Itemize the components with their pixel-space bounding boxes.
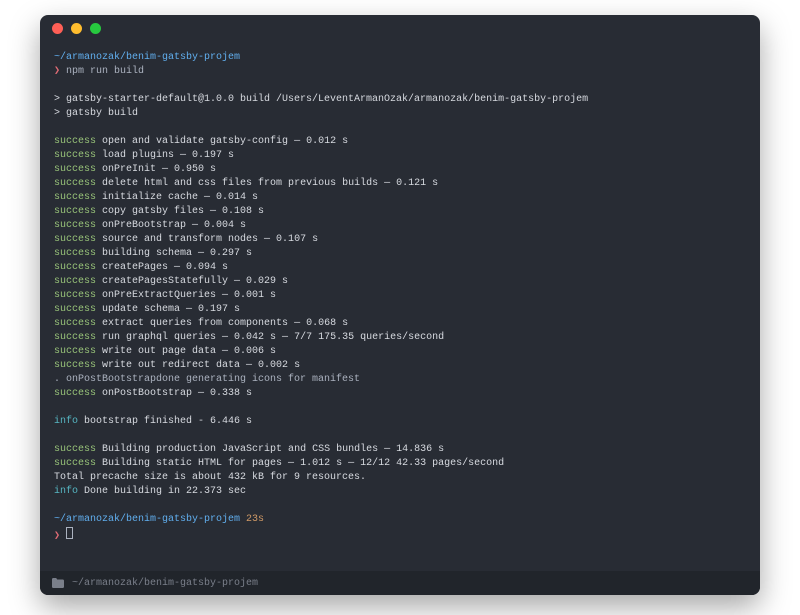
banner-line: > gatsby build: [54, 108, 138, 119]
success-label: success: [54, 458, 96, 469]
success-label: success: [54, 220, 96, 231]
success-label: success: [54, 444, 96, 455]
prompt-char: ❯: [54, 66, 60, 77]
success-label: success: [54, 248, 96, 259]
success-label: success: [54, 150, 96, 161]
success-label: success: [54, 290, 96, 301]
success-label: success: [54, 234, 96, 245]
prompt-char: ❯: [54, 531, 60, 542]
close-icon[interactable]: [52, 23, 63, 34]
success-label: success: [54, 262, 96, 273]
step-text: run graphql queries — 0.042 s — 7/7 175.…: [102, 332, 444, 343]
terminal-window: ~/armanozak/benim-gatsby-projem ❯ npm ru…: [40, 15, 760, 595]
info-label: info: [54, 416, 78, 427]
terminal-output[interactable]: ~/armanozak/benim-gatsby-projem ❯ npm ru…: [40, 41, 760, 571]
step-text: initialize cache — 0.014 s: [102, 192, 258, 203]
statusbar-path: ~/armanozak/benim-gatsby-projem: [72, 578, 258, 589]
cursor-icon: [66, 527, 73, 539]
success-label: success: [54, 136, 96, 147]
info-label: info: [54, 486, 78, 497]
step-text: onPreInit — 0.950 s: [102, 164, 216, 175]
folder-icon: [52, 578, 64, 588]
elapsed-text: 23s: [246, 514, 264, 525]
step-text: createPagesStatefully — 0.029 s: [102, 276, 288, 287]
maximize-icon[interactable]: [90, 23, 101, 34]
step-text: onPostBootstrap — 0.338 s: [102, 388, 252, 399]
banner-line: > gatsby-starter-default@1.0.0 build /Us…: [54, 94, 588, 105]
titlebar[interactable]: [40, 15, 760, 41]
dot-line: . onPostBootstrapdone generating icons f…: [54, 374, 360, 385]
success-label: success: [54, 192, 96, 203]
step-text: write out page data — 0.006 s: [102, 346, 276, 357]
step-text: open and validate gatsby-config — 0.012 …: [102, 136, 348, 147]
statusbar: ~/armanozak/benim-gatsby-projem: [40, 571, 760, 595]
step-text: onPreBootstrap — 0.004 s: [102, 220, 246, 231]
step-text: Building static HTML for pages — 1.012 s…: [102, 458, 504, 469]
success-label: success: [54, 206, 96, 217]
info-text: Done building in 22.373 sec: [84, 486, 246, 497]
success-label: success: [54, 164, 96, 175]
step-text: extract queries from components — 0.068 …: [102, 318, 348, 329]
cwd-path: ~/armanozak/benim-gatsby-projem: [54, 52, 240, 63]
step-text: onPreExtractQueries — 0.001 s: [102, 290, 276, 301]
minimize-icon[interactable]: [71, 23, 82, 34]
info-text: bootstrap finished - 6.446 s: [84, 416, 252, 427]
success-label: success: [54, 346, 96, 357]
cwd-path: ~/armanozak/benim-gatsby-projem: [54, 514, 240, 525]
success-label: success: [54, 178, 96, 189]
step-text: update schema — 0.197 s: [102, 304, 240, 315]
precache-text: Total precache size is about 432 kB for …: [54, 472, 366, 483]
success-label: success: [54, 360, 96, 371]
command-text: npm run build: [66, 66, 144, 77]
success-label: success: [54, 332, 96, 343]
step-text: write out redirect data — 0.002 s: [102, 360, 300, 371]
success-label: success: [54, 388, 96, 399]
step-text: load plugins — 0.197 s: [102, 150, 234, 161]
step-text: source and transform nodes — 0.107 s: [102, 234, 318, 245]
step-text: delete html and css files from previous …: [102, 178, 438, 189]
success-label: success: [54, 304, 96, 315]
success-label: success: [54, 276, 96, 287]
step-text: copy gatsby files — 0.108 s: [102, 206, 264, 217]
step-text: Building production JavaScript and CSS b…: [102, 444, 444, 455]
success-label: success: [54, 318, 96, 329]
step-text: building schema — 0.297 s: [102, 248, 252, 259]
step-text: createPages — 0.094 s: [102, 262, 228, 273]
